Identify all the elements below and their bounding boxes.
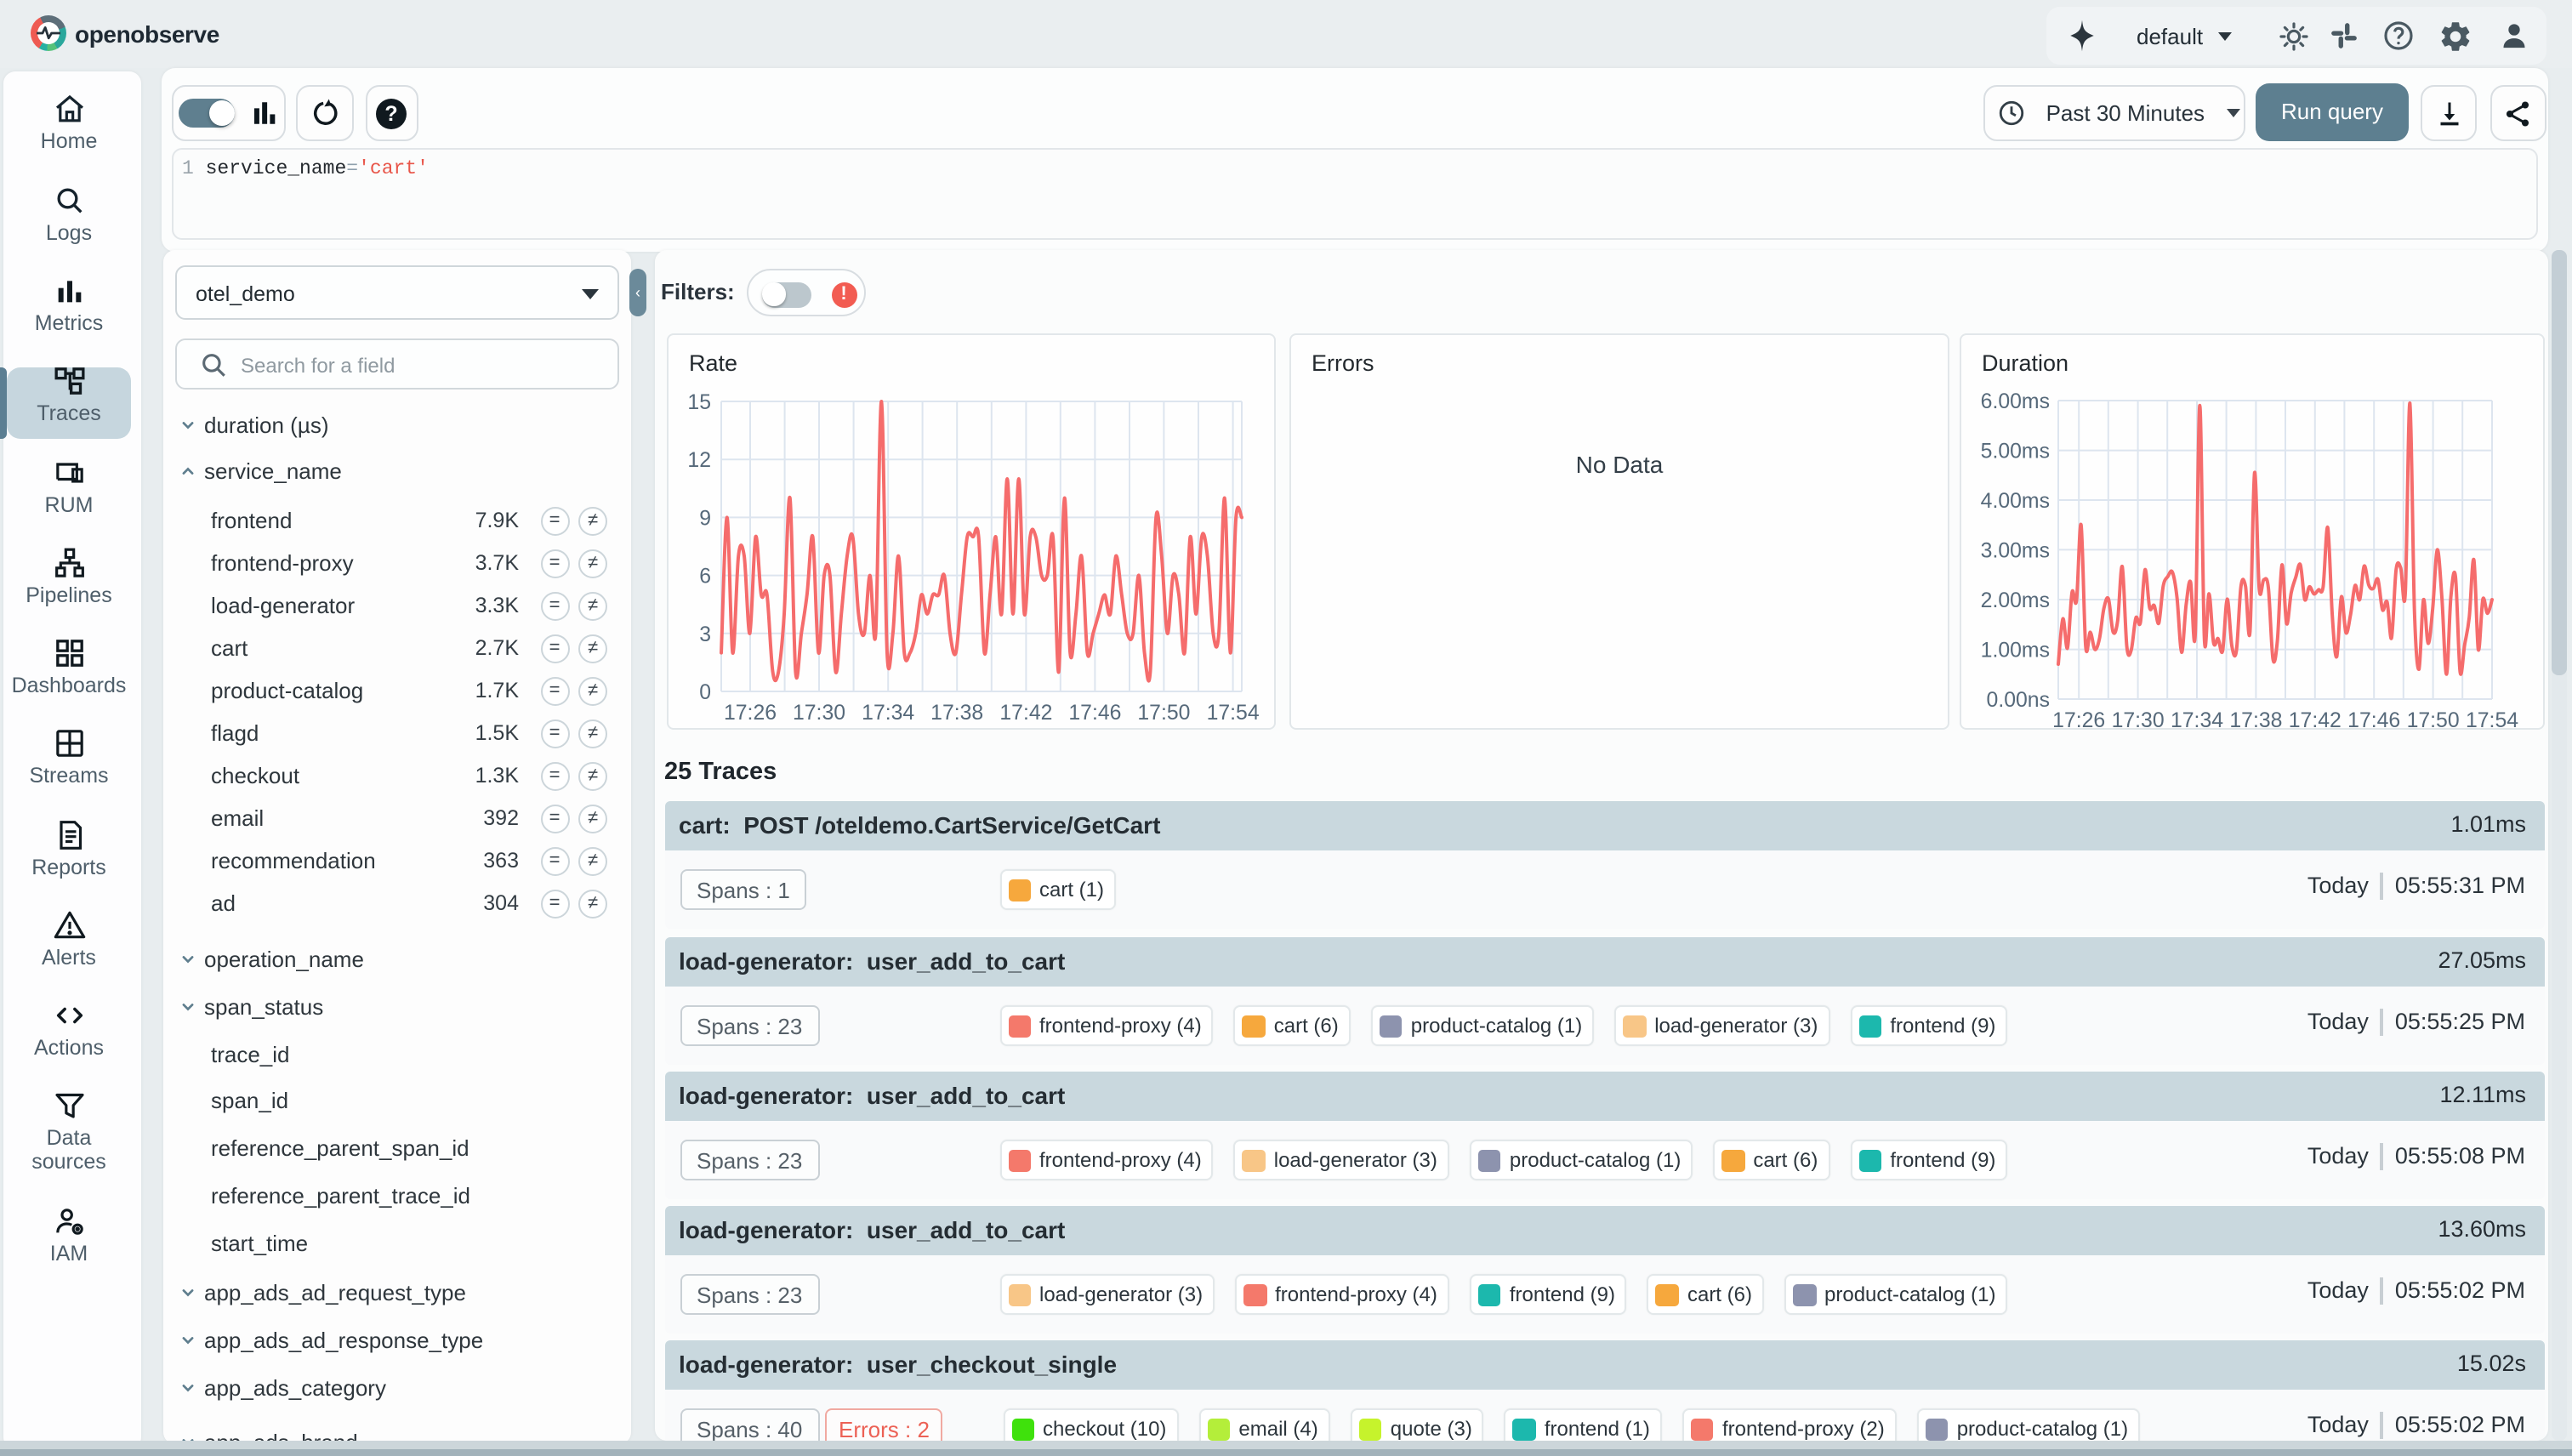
svg-text:17:54: 17:54 (1207, 702, 1260, 725)
svg-text:17:46: 17:46 (1068, 702, 1121, 725)
svg-text:0: 0 (699, 681, 711, 704)
svg-text:9: 9 (699, 507, 711, 530)
svg-text:17:30: 17:30 (793, 702, 845, 725)
svg-text:17:42: 17:42 (2289, 709, 2342, 727)
svg-text:6.00ms: 6.00ms (1981, 390, 2050, 413)
svg-text:3: 3 (699, 623, 711, 646)
svg-text:15: 15 (687, 391, 711, 414)
svg-text:17:42: 17:42 (999, 702, 1052, 725)
svg-text:6: 6 (699, 566, 711, 589)
svg-text:17:34: 17:34 (862, 702, 914, 725)
svg-text:17:30: 17:30 (2112, 709, 2165, 727)
svg-text:17:26: 17:26 (2052, 709, 2105, 727)
svg-text:3.00ms: 3.00ms (1981, 540, 2050, 563)
svg-text:12: 12 (687, 449, 711, 472)
svg-text:17:54: 17:54 (2466, 709, 2518, 727)
svg-text:17:50: 17:50 (2407, 709, 2460, 727)
svg-text:0.00ns: 0.00ns (1987, 689, 2050, 712)
svg-text:17:46: 17:46 (2347, 709, 2400, 727)
svg-text:5.00ms: 5.00ms (1981, 440, 2050, 463)
svg-text:4.00ms: 4.00ms (1981, 490, 2050, 513)
svg-text:17:38: 17:38 (2229, 709, 2282, 727)
svg-text:17:26: 17:26 (724, 702, 777, 725)
svg-text:17:34: 17:34 (2171, 709, 2223, 727)
svg-text:17:38: 17:38 (930, 702, 983, 725)
svg-text:2.00ms: 2.00ms (1981, 589, 2050, 612)
svg-text:1.00ms: 1.00ms (1981, 639, 2050, 662)
svg-text:17:50: 17:50 (1137, 702, 1190, 725)
